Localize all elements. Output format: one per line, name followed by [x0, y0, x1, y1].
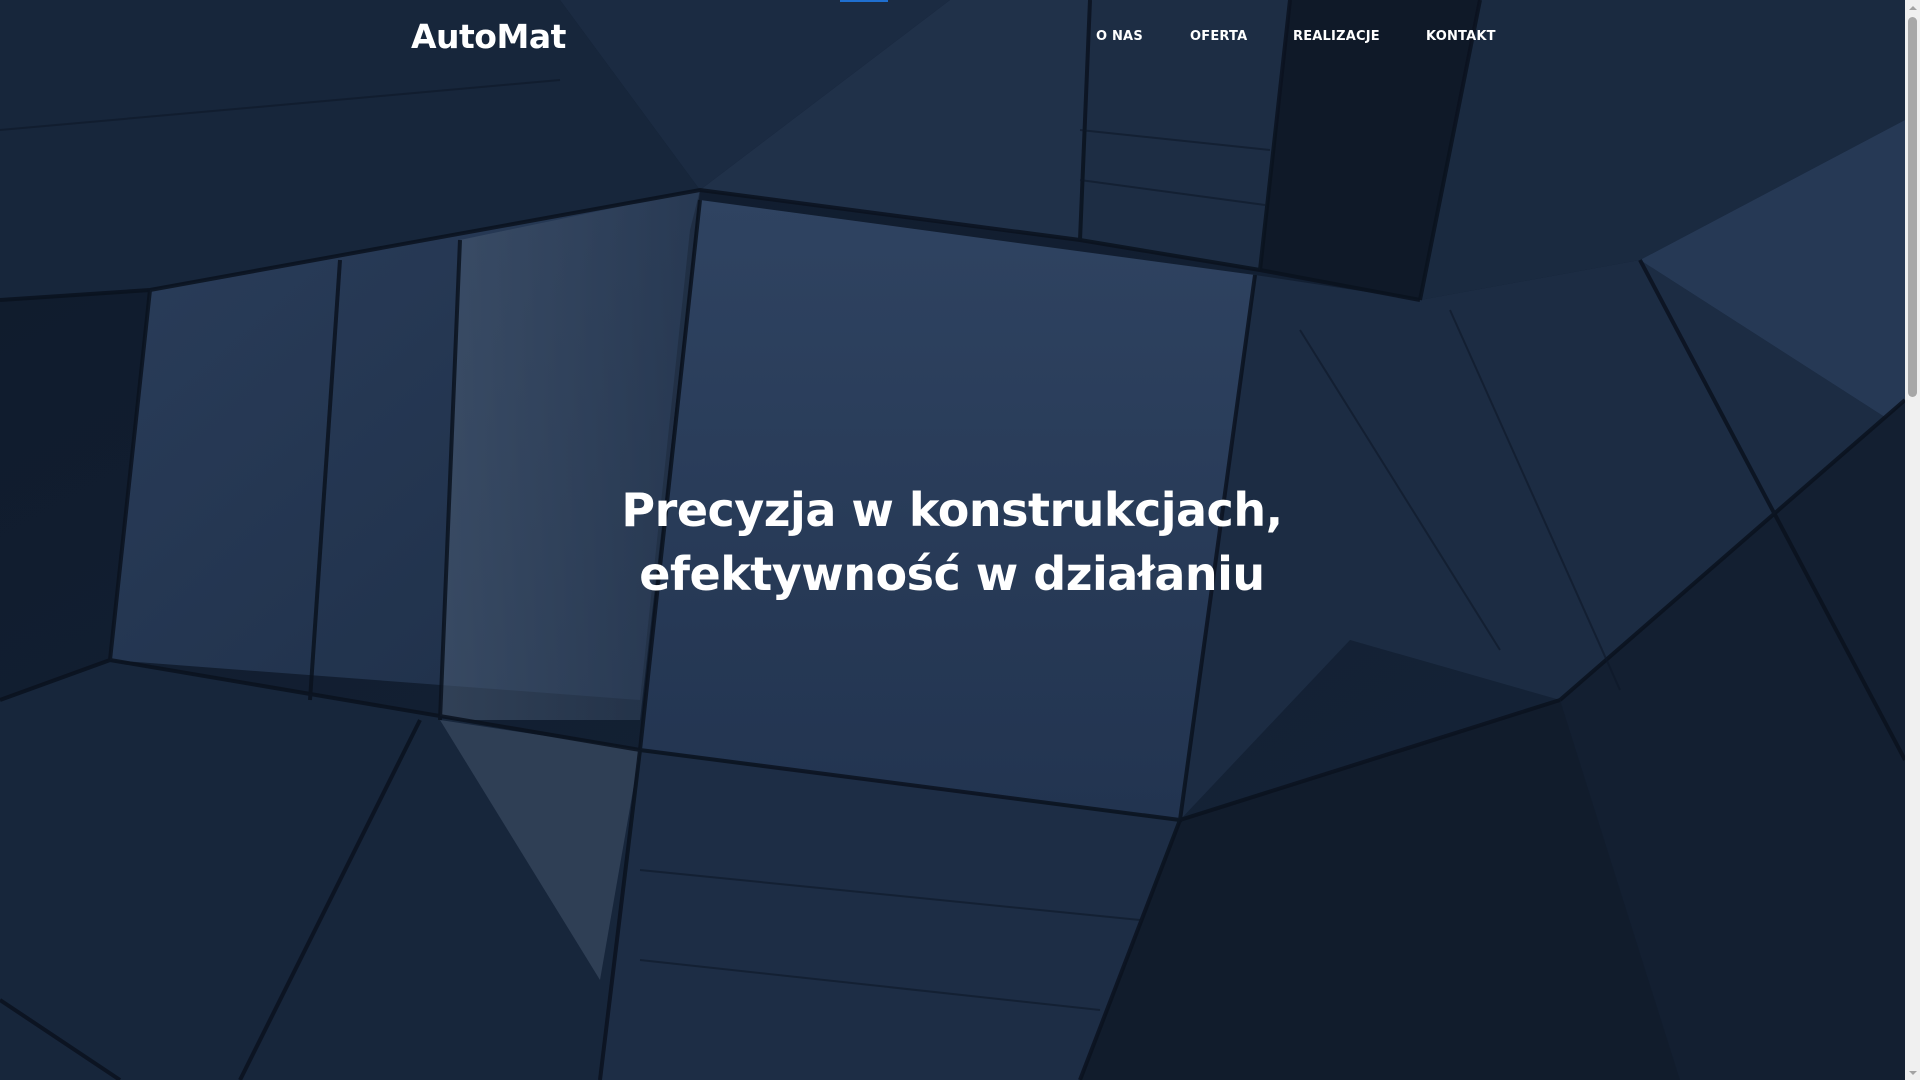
scrollbar-thumb[interactable]	[1908, 17, 1917, 397]
hero-headline-line1: Precyzja w konstrukcjach,	[621, 483, 1283, 537]
chevron-up-icon	[1908, 5, 1917, 10]
nav-item-oferta[interactable]: OFERTA	[1190, 27, 1247, 47]
chevron-down-icon	[1908, 1070, 1917, 1075]
site-header: AutoMat O NAS OFERTA REALIZACJE KONTAKT	[0, 0, 1905, 74]
nav-item-realizacje[interactable]: REALIZACJE	[1293, 27, 1380, 47]
hero-headline-line2: efektywność w działaniu	[639, 547, 1265, 601]
hero-headline: Precyzja w konstrukcjach, efektywność w …	[452, 478, 1452, 606]
page: AutoMat O NAS OFERTA REALIZACJE KONTAKT …	[0, 0, 1920, 1080]
nav-item-kontakt[interactable]: KONTAKT	[1426, 27, 1496, 47]
logo[interactable]: AutoMat	[411, 16, 566, 58]
nav-item-o-nas[interactable]: O NAS	[1096, 27, 1143, 47]
scroll-up-button[interactable]	[1905, 0, 1920, 15]
vertical-scrollbar[interactable]	[1905, 0, 1920, 1080]
scroll-down-button[interactable]	[1905, 1065, 1920, 1080]
